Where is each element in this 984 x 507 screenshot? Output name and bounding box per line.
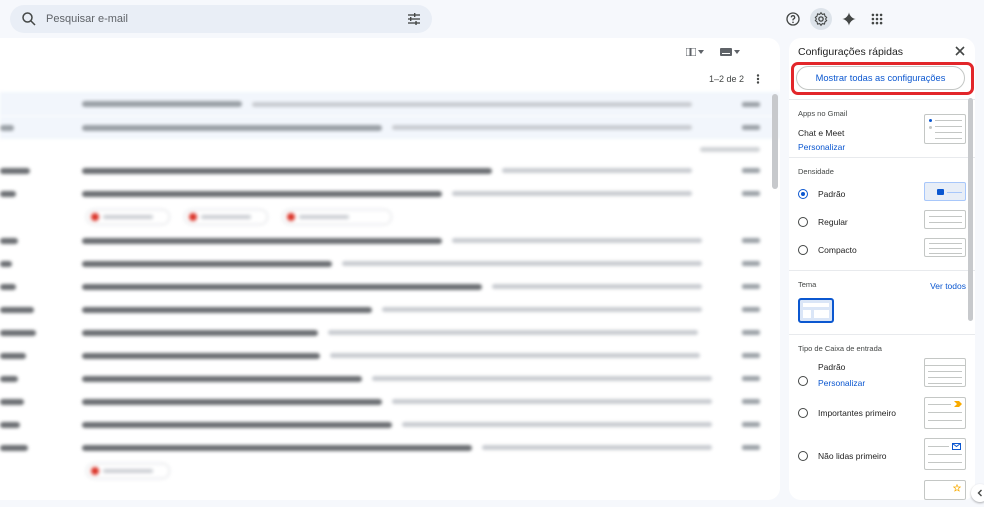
theme-section: Tema Ver todos: [789, 270, 975, 334]
attachment-chips: [0, 459, 780, 483]
mail-row[interactable]: [0, 116, 780, 139]
chevron-left-icon: [977, 489, 982, 497]
mail-row[interactable]: [0, 367, 780, 390]
mail-row[interactable]: [0, 390, 780, 413]
radio[interactable]: [798, 451, 808, 461]
settings-button[interactable]: [810, 8, 832, 30]
important-icon: [954, 401, 962, 407]
tune-icon[interactable]: [406, 11, 422, 27]
radio[interactable]: [798, 408, 808, 418]
mail-row[interactable]: [0, 436, 780, 459]
mail-row[interactable]: [0, 298, 780, 321]
view-all-themes-link[interactable]: Ver todos: [930, 281, 966, 291]
mail-row[interactable]: [0, 344, 780, 367]
inbox-important-thumbnail: [924, 397, 966, 429]
panel-title: Configurações rápidas: [798, 46, 904, 58]
apps-grid-icon: [871, 13, 883, 25]
keyboard-icon: [720, 48, 732, 56]
side-panel-toggle[interactable]: [971, 484, 984, 502]
inbox-default-thumbnail: [924, 358, 966, 387]
caret-down-icon: [734, 50, 740, 54]
search-icon[interactable]: [20, 10, 38, 28]
mail-row[interactable]: [0, 159, 780, 182]
attachment-chip[interactable]: [184, 209, 268, 225]
radio-selected[interactable]: [798, 189, 808, 199]
inbox-type-section-title: Tipo de Caixa de entrada: [798, 344, 882, 353]
mail-row[interactable]: [0, 275, 780, 298]
mail-row[interactable]: [0, 229, 780, 252]
mail-row[interactable]: [0, 182, 780, 205]
pager-range: 1–2 de 2: [708, 74, 744, 84]
attachment-chip[interactable]: [86, 463, 170, 479]
close-icon[interactable]: [953, 44, 967, 58]
inbox-customize-link[interactable]: Personalizar: [818, 378, 865, 388]
apps-thumbnail: [924, 114, 966, 144]
density-compact-thumbnail: [924, 238, 966, 257]
help-button[interactable]: [782, 8, 804, 30]
apps-section: Apps no Gmail Chat e Meet Personalizar: [789, 99, 975, 157]
mail-row[interactable]: [0, 413, 780, 436]
quick-settings-panel: Configurações rápidas Mostrar todas as c…: [789, 38, 975, 500]
density-regular-thumbnail: [924, 210, 966, 229]
density-default-thumbnail: [924, 182, 966, 201]
settings-icon: [814, 11, 828, 27]
apps-button[interactable]: [866, 8, 888, 30]
mail-row[interactable]: [0, 321, 780, 344]
search-bar[interactable]: [10, 5, 432, 33]
search-input[interactable]: [46, 13, 406, 25]
attachment-chip[interactable]: [282, 209, 392, 225]
mail-icon: [952, 443, 961, 450]
split-pane-icon: [686, 48, 696, 56]
inbox-starred-thumbnail: [924, 480, 966, 500]
density-section-title: Densidade: [798, 167, 834, 176]
theme-thumbnail[interactable]: [798, 298, 834, 323]
star-icon: [953, 484, 961, 492]
gemini-button[interactable]: [838, 8, 860, 30]
more-vert-icon[interactable]: [756, 74, 760, 84]
inbox-unread-thumbnail: [924, 438, 966, 470]
attachment-chips: [0, 205, 780, 229]
mail-row[interactable]: [0, 252, 780, 275]
highlight-annotation: [791, 62, 974, 95]
mail-list-container: 1–2 de 2: [0, 38, 780, 500]
density-section: Densidade Padrão Regular Compacto: [789, 157, 975, 270]
inbox-type-section: Tipo de Caixa de entrada Padrão Personal…: [789, 334, 975, 500]
split-pane-toggle[interactable]: [686, 48, 704, 56]
mail-row: [0, 139, 780, 159]
caret-down-icon: [698, 50, 704, 54]
radio[interactable]: [798, 245, 808, 255]
mail-row[interactable]: [0, 92, 780, 116]
help-icon: [786, 12, 800, 26]
attachment-chip[interactable]: [86, 209, 170, 225]
radio[interactable]: [798, 217, 808, 227]
gemini-icon: [842, 12, 856, 26]
input-tools-toggle[interactable]: [720, 48, 740, 56]
radio[interactable]: [798, 376, 808, 386]
panel-scrollbar[interactable]: [968, 98, 973, 321]
mail-list-scrollbar[interactable]: [772, 94, 778, 189]
